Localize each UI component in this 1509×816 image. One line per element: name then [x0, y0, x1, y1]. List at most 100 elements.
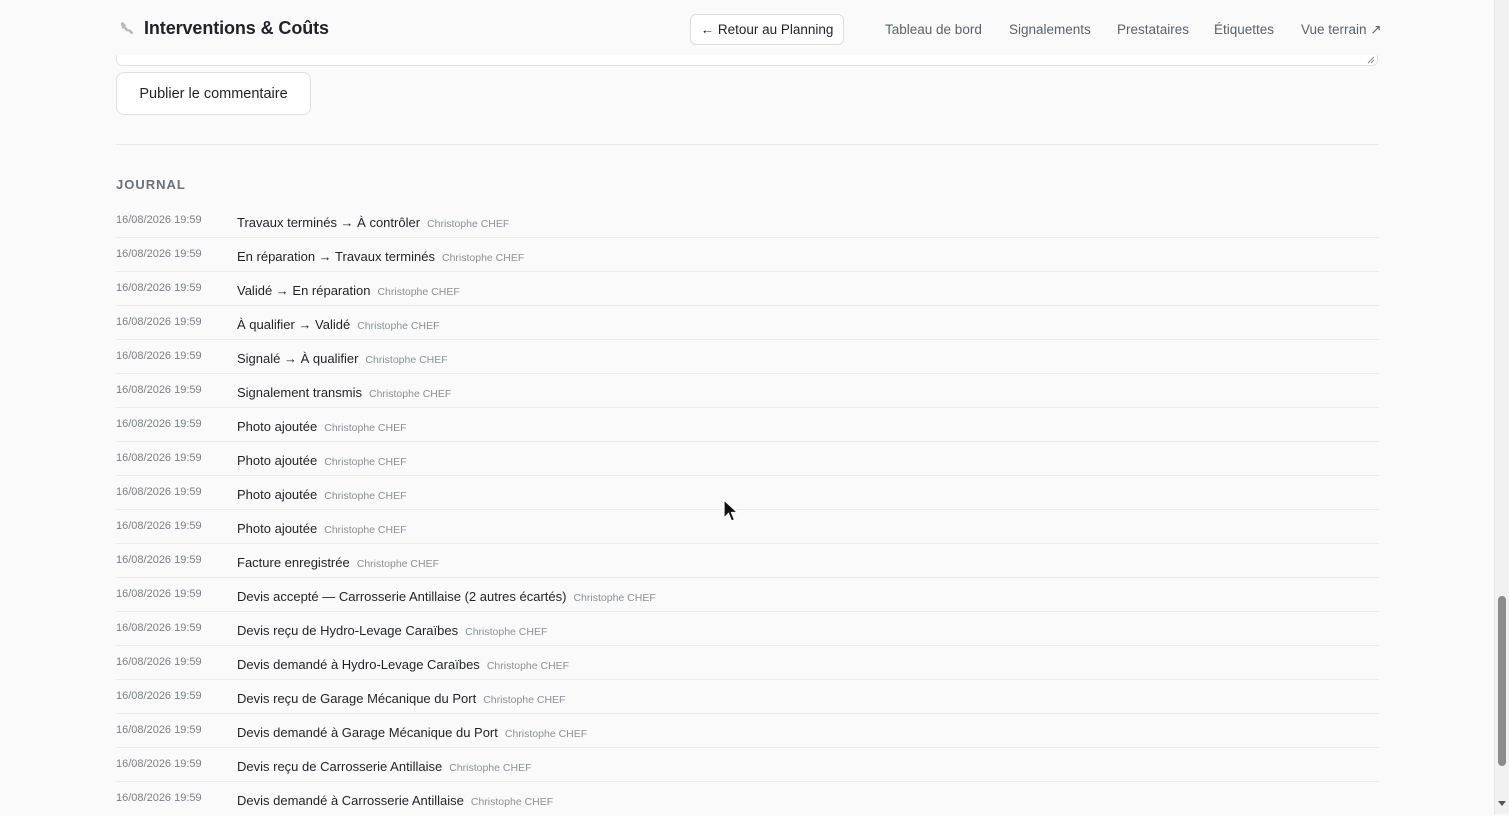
journal-date: 16/08/2026 19:59 — [116, 724, 202, 736]
journal-row: 16/08/2026 19:59 Facture enregistrée Chris… — [116, 544, 1379, 578]
scroll-down-arrow-icon[interactable] — [1497, 798, 1507, 808]
journal-row: 16/08/2026 19:59 Devis reçu de Garage Méc… — [116, 680, 1379, 714]
journal-event: Photo ajoutée — [237, 453, 318, 468]
journal-event: Travaux terminés → À contrôler — [237, 215, 421, 230]
journal-row: 16/08/2026 19:59 Signalé → À qualifier Chr… — [116, 340, 1379, 374]
journal-event: Devis reçu de Hydro-Levage Caraïbes — [237, 623, 459, 638]
journal-author: Christophe CHEF — [377, 286, 460, 298]
journal-row: 16/08/2026 19:59 Photo ajoutée Christophe … — [116, 476, 1379, 510]
journal-author: Christophe CHEF — [427, 218, 510, 230]
journal-date: 16/08/2026 19:59 — [116, 588, 202, 600]
journal-event: Photo ajoutée — [237, 419, 318, 434]
nav-link-prestataires[interactable]: Prestataires — [1117, 22, 1189, 37]
journal-date: 16/08/2026 19:59 — [116, 792, 202, 804]
journal-row: 16/08/2026 19:59 Validé → En réparation Ch… — [116, 272, 1379, 306]
journal-row: 16/08/2026 19:59 Devis accepté — Carrosse… — [116, 578, 1379, 612]
journal-event: En réparation → Travaux terminés — [237, 249, 435, 264]
journal-heading: JOURNAL — [116, 177, 186, 192]
nav-link-vue-terrain[interactable]: Vue terrain ↗ — [1301, 22, 1382, 38]
nav-link-etiquettes[interactable]: Étiquettes — [1214, 22, 1274, 37]
journal-author: Christophe CHEF — [483, 694, 566, 706]
journal-event: Validé → En réparation — [237, 283, 371, 298]
journal-row: 16/08/2026 19:59 Photo ajoutée Christophe … — [116, 442, 1379, 476]
journal-date: 16/08/2026 19:59 — [116, 758, 202, 770]
top-header: Interventions & Coûts ← Retour au Planni… — [0, 0, 1494, 58]
journal-event: Signalement transmis — [237, 385, 362, 400]
journal-event: Photo ajoutée — [237, 487, 318, 502]
nav-link-signalements[interactable]: Signalements — [1009, 22, 1091, 37]
journal-row: 16/08/2026 19:59 Photo ajoutée Christophe … — [116, 408, 1379, 442]
journal-row: 16/08/2026 19:59 Travaux terminés → À con… — [116, 204, 1379, 238]
journal-event: À qualifier → Validé — [237, 317, 351, 332]
journal-date: 16/08/2026 19:59 — [116, 622, 202, 634]
journal-date: 16/08/2026 19:59 — [116, 554, 202, 566]
journal-date: 16/08/2026 19:59 — [116, 418, 202, 430]
journal-row: 16/08/2026 19:59 Devis reçu de Carrosseri… — [116, 748, 1379, 782]
journal-author: Christophe CHEF — [465, 626, 548, 638]
journal-row: 16/08/2026 19:59 Signalement transmis Chri… — [116, 374, 1379, 408]
journal-line: Facture enregistrée Christophe CHEF — [237, 554, 439, 572]
journal-line: Devis accepté — Carrosserie Antillaise (… — [237, 588, 656, 606]
journal-date: 16/08/2026 19:59 — [116, 520, 202, 532]
journal-date: 16/08/2026 19:59 — [116, 248, 202, 260]
comment-textarea[interactable] — [116, 55, 1378, 66]
mouse-cursor-icon — [723, 498, 740, 522]
journal-event: Devis demandé à Hydro-Levage Caraïbes — [237, 657, 480, 672]
journal-line: Signalement transmis Christophe CHEF — [237, 384, 451, 402]
journal-author: Christophe CHEF — [324, 422, 407, 434]
journal-date: 16/08/2026 19:59 — [116, 690, 202, 702]
vertical-scrollbar[interactable] — [1494, 0, 1509, 814]
journal-line: Devis demandé à Carrosserie Antillaise Ch… — [237, 792, 553, 810]
journal-row: 16/08/2026 19:59 Photo ajoutée Christophe … — [116, 510, 1379, 544]
journal-row: 16/08/2026 19:59 Devis demandé à Carrosse… — [116, 782, 1379, 816]
journal-date: 16/08/2026 19:59 — [116, 384, 202, 396]
journal-line: Devis reçu de Carrosserie Antillaise Chri… — [237, 758, 531, 776]
journal-line: À qualifier → Validé Christophe CHEF — [237, 316, 440, 334]
wrench-icon — [120, 21, 134, 34]
page-title: Interventions & Coûts — [144, 18, 329, 38]
journal-line: Signalé → À qualifier Christophe CHEF — [237, 350, 448, 368]
journal-row: 16/08/2026 19:59 En réparation → Travaux … — [116, 238, 1379, 272]
journal-author: Christophe CHEF — [356, 558, 440, 570]
journal-date: 16/08/2026 19:59 — [116, 656, 202, 668]
nav-link-dashboard[interactable]: Tableau de bord — [885, 22, 982, 37]
journal-line: En réparation → Travaux terminés Christop… — [237, 248, 524, 266]
journal-author: Christophe CHEF — [441, 252, 525, 264]
journal-event: Devis demandé à Garage Mécanique du Port — [237, 725, 498, 740]
journal-line: Photo ajoutée Christophe CHEF — [237, 520, 407, 538]
journal-author: Christophe CHEF — [449, 762, 532, 774]
section-divider — [116, 144, 1378, 145]
journal-line: Devis reçu de Garage Mécanique du Port Ch… — [237, 690, 565, 708]
journal-event: Devis reçu de Carrosserie Antillaise — [237, 759, 443, 774]
brand: Interventions & Coûts — [118, 18, 329, 39]
journal-list: 16/08/2026 19:59 Travaux terminés → À con… — [116, 204, 1379, 816]
journal-line: Photo ajoutée Christophe CHEF — [237, 418, 407, 436]
journal-author: Christophe CHEF — [369, 388, 452, 400]
journal-date: 16/08/2026 19:59 — [116, 282, 202, 294]
journal-event: Signalé → À qualifier — [237, 351, 359, 366]
journal-event: Devis demandé à Carrosserie Antillaise — [237, 793, 464, 808]
journal-author: Christophe CHEF — [357, 320, 440, 332]
journal-event: Facture enregistrée — [237, 555, 350, 570]
resize-grip-icon[interactable] — [1367, 56, 1375, 64]
journal-line: Photo ajoutée Christophe CHEF — [237, 486, 407, 504]
journal-date: 16/08/2026 19:59 — [116, 350, 202, 362]
journal-author: Christophe CHEF — [365, 354, 448, 366]
journal-row: 16/08/2026 19:59 Devis demandé à Hydro-Le… — [116, 646, 1379, 680]
journal-event: Devis accepté — Carrosserie Antillaise (… — [237, 589, 567, 604]
journal-line: Validé → En réparation Christophe CHEF — [237, 282, 460, 300]
back-to-planning-button[interactable]: ← Retour au Planning — [690, 14, 844, 45]
journal-row: 16/08/2026 19:59 Devis reçu de Hydro-Leva… — [116, 612, 1379, 646]
journal-date: 16/08/2026 19:59 — [116, 214, 202, 226]
journal-author: Christophe CHEF — [324, 524, 407, 536]
journal-author: Christophe CHEF — [504, 728, 588, 740]
journal-author: Christophe CHEF — [324, 456, 407, 468]
journal-date: 16/08/2026 19:59 — [116, 316, 202, 328]
journal-line: Devis reçu de Hydro-Levage Caraïbes Chris… — [237, 622, 547, 640]
journal-line: Devis demandé à Hydro-Levage Caraïbes Chr… — [237, 656, 569, 674]
journal-row: 16/08/2026 19:59 Devis demandé à Garage M… — [116, 714, 1379, 748]
publish-comment-button[interactable]: Publier le commentaire — [116, 72, 311, 115]
journal-author: Christophe CHEF — [573, 592, 656, 604]
journal-line: Photo ajoutée Christophe CHEF — [237, 452, 407, 470]
scrollbar-thumb[interactable] — [1498, 596, 1506, 766]
